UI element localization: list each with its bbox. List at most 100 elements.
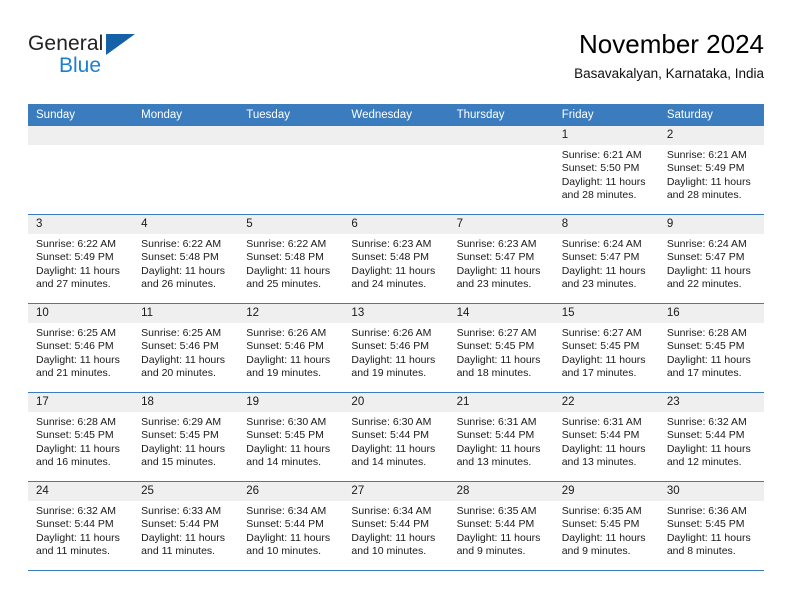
daylight-text: Daylight: 11 hours and 11 minutes. (141, 531, 225, 557)
daylight-text: Daylight: 11 hours and 10 minutes. (246, 531, 331, 557)
day-cell-inner: 2 Sunrise: 6:21 AM Sunset: 5:49 PM Daylight… (658, 126, 764, 214)
daylight-text: Daylight: 11 hours and 14 minutes. (246, 442, 331, 468)
day-cell-inner: 19 Sunrise: 6:30 AM Sunset: 5:45 PM Dayligh… (238, 393, 344, 481)
sunrise-text: Sunrise: 6:25 AM (141, 327, 222, 339)
day-number: 16 (658, 304, 764, 323)
weekday-header-monday: Monday (133, 104, 239, 126)
calendar-day-cell[interactable]: 20 Sunrise: 6:30 AM Sunset: 5:44 PM Dayligh… (343, 392, 449, 482)
daylight-text: Daylight: 11 hours and 18 minutes. (456, 353, 541, 379)
sunrise-text: Sunrise: 6:30 AM (351, 416, 432, 428)
sunset-text: Sunset: 5:45 PM (246, 429, 324, 442)
calendar-day-cell[interactable]: 14 Sunrise: 6:27 AM Sunset: 5:45 PM Dayligh… (448, 303, 554, 393)
calendar-day-cell[interactable]: 25 Sunrise: 6:33 AM Sunset: 5:44 PM Dayligh… (133, 481, 239, 571)
calendar-day-cell[interactable]: 2 Sunrise: 6:21 AM Sunset: 5:49 PM Daylight… (658, 126, 764, 215)
sunset-text: Sunset: 5:47 PM (456, 251, 535, 264)
sunset-text: Sunset: 5:48 PM (141, 251, 219, 264)
calendar-day-cell[interactable]: 23 Sunrise: 6:32 AM Sunset: 5:44 PM Dayligh… (658, 392, 764, 482)
day-number: 29 (553, 482, 659, 501)
calendar-day-cell[interactable]: 10 Sunrise: 6:25 AM Sunset: 5:46 PM Dayligh… (28, 303, 134, 393)
daylight-text: Daylight: 11 hours and 10 minutes. (351, 531, 436, 557)
day-cell-details: Sunrise: 6:22 AM Sunset: 5:48 PM Daylight:… (133, 234, 238, 291)
calendar-day-cell[interactable]: 28 Sunrise: 6:35 AM Sunset: 5:44 PM Dayligh… (448, 481, 554, 571)
calendar-day-cell-empty (238, 126, 344, 215)
day-cell-inner (133, 126, 239, 214)
calendar-day-cell[interactable]: 9 Sunrise: 6:24 AM Sunset: 5:47 PM Daylight… (658, 214, 764, 304)
daylight-text: Daylight: 11 hours and 26 minutes. (141, 264, 225, 290)
sunset-text: Sunset: 5:48 PM (351, 251, 430, 264)
day-number: 10 (28, 304, 134, 323)
day-number: 23 (658, 393, 764, 412)
calendar-day-cell[interactable]: 3 Sunrise: 6:22 AM Sunset: 5:49 PM Daylight… (28, 214, 134, 304)
sunset-text: Sunset: 5:44 PM (351, 518, 430, 531)
day-cell-details: Sunrise: 6:29 AM Sunset: 5:45 PM Daylight:… (133, 412, 238, 469)
day-cell-inner: 8 Sunrise: 6:24 AM Sunset: 5:47 PM Daylight… (553, 215, 659, 303)
sunset-text: Sunset: 5:44 PM (246, 518, 324, 531)
calendar-day-cell[interactable]: 22 Sunrise: 6:31 AM Sunset: 5:44 PM Dayligh… (553, 392, 659, 482)
day-cell-inner: 1 Sunrise: 6:21 AM Sunset: 5:50 PM Daylight… (553, 126, 659, 214)
day-cell-inner: 27 Sunrise: 6:34 AM Sunset: 5:44 PM Dayligh… (343, 482, 449, 570)
calendar-day-cell[interactable]: 7 Sunrise: 6:23 AM Sunset: 5:47 PM Daylight… (448, 214, 554, 304)
sunrise-text: Sunrise: 6:26 AM (246, 327, 327, 339)
calendar-day-cell[interactable]: 26 Sunrise: 6:34 AM Sunset: 5:44 PM Dayligh… (238, 481, 344, 571)
calendar-week-row: 17 Sunrise: 6:28 AM Sunset: 5:45 PM Dayligh… (28, 392, 764, 482)
day-cell-inner: 22 Sunrise: 6:31 AM Sunset: 5:44 PM Dayligh… (553, 393, 659, 481)
daylight-text: Daylight: 11 hours and 20 minutes. (141, 353, 225, 379)
calendar-day-cell[interactable]: 27 Sunrise: 6:34 AM Sunset: 5:44 PM Dayligh… (343, 481, 449, 571)
calendar-day-cell[interactable]: 19 Sunrise: 6:30 AM Sunset: 5:45 PM Dayligh… (238, 392, 344, 482)
day-cell-inner (28, 126, 134, 214)
weekday-header-saturday: Saturday (658, 104, 764, 126)
day-cell-inner: 10 Sunrise: 6:25 AM Sunset: 5:46 PM Dayligh… (28, 304, 134, 392)
daylight-text: Daylight: 11 hours and 13 minutes. (456, 442, 541, 468)
sunset-text: Sunset: 5:44 PM (456, 518, 535, 531)
daylight-text: Daylight: 11 hours and 27 minutes. (36, 264, 120, 290)
brand-logo[interactable]: General Blue (28, 32, 218, 84)
calendar-day-cell[interactable]: 18 Sunrise: 6:29 AM Sunset: 5:45 PM Dayligh… (133, 392, 239, 482)
calendar-day-cell[interactable]: 21 Sunrise: 6:31 AM Sunset: 5:44 PM Dayligh… (448, 392, 554, 482)
calendar-day-cell[interactable]: 30 Sunrise: 6:36 AM Sunset: 5:45 PM Dayligh… (658, 481, 764, 571)
triangle-logo-icon (106, 34, 135, 55)
daylight-text: Daylight: 11 hours and 16 minutes. (36, 442, 120, 468)
day-cell-inner: 28 Sunrise: 6:35 AM Sunset: 5:44 PM Dayligh… (448, 482, 554, 570)
day-cell-inner: 13 Sunrise: 6:26 AM Sunset: 5:46 PM Dayligh… (343, 304, 449, 392)
calendar-day-cell[interactable]: 4 Sunrise: 6:22 AM Sunset: 5:48 PM Daylight… (133, 214, 239, 304)
day-cell-inner: 15 Sunrise: 6:27 AM Sunset: 5:45 PM Dayligh… (553, 304, 659, 392)
weekday-header-row: Sunday Monday Tuesday Wednesday Thursday… (28, 104, 764, 126)
sunrise-text: Sunrise: 6:27 AM (456, 327, 537, 339)
day-number: 20 (343, 393, 449, 412)
calendar-day-cell[interactable]: 16 Sunrise: 6:28 AM Sunset: 5:45 PM Dayligh… (658, 303, 764, 393)
calendar-body: 1 Sunrise: 6:21 AM Sunset: 5:50 PM Daylight… (28, 126, 764, 571)
daylight-text: Daylight: 11 hours and 19 minutes. (246, 353, 331, 379)
sunset-text: Sunset: 5:45 PM (141, 429, 219, 442)
calendar-day-cell[interactable]: 6 Sunrise: 6:23 AM Sunset: 5:48 PM Daylight… (343, 214, 449, 304)
calendar-day-cell[interactable]: 8 Sunrise: 6:24 AM Sunset: 5:47 PM Daylight… (553, 214, 659, 304)
calendar-day-cell[interactable]: 13 Sunrise: 6:26 AM Sunset: 5:46 PM Dayligh… (343, 303, 449, 393)
calendar-day-cell[interactable]: 1 Sunrise: 6:21 AM Sunset: 5:50 PM Daylight… (553, 126, 659, 215)
day-cell-details: Sunrise: 6:26 AM Sunset: 5:46 PM Daylight:… (343, 323, 448, 380)
calendar-day-cell[interactable]: 15 Sunrise: 6:27 AM Sunset: 5:45 PM Dayligh… (553, 303, 659, 393)
sunrise-text: Sunrise: 6:28 AM (666, 327, 747, 339)
sunrise-text: Sunrise: 6:33 AM (141, 505, 222, 517)
sunrise-text: Sunrise: 6:32 AM (666, 416, 747, 428)
sunset-text: Sunset: 5:47 PM (666, 251, 745, 264)
calendar-day-cell[interactable]: 5 Sunrise: 6:22 AM Sunset: 5:48 PM Daylight… (238, 214, 344, 304)
calendar-day-cell[interactable]: 29 Sunrise: 6:35 AM Sunset: 5:45 PM Dayligh… (553, 481, 659, 571)
day-number: 21 (448, 393, 554, 412)
day-number: 26 (238, 482, 344, 501)
calendar-day-cell[interactable]: 12 Sunrise: 6:26 AM Sunset: 5:46 PM Dayligh… (238, 303, 344, 393)
calendar-day-cell[interactable]: 17 Sunrise: 6:28 AM Sunset: 5:45 PM Dayligh… (28, 392, 134, 482)
day-cell-details: Sunrise: 6:35 AM Sunset: 5:45 PM Daylight:… (554, 501, 659, 558)
day-number: 18 (133, 393, 239, 412)
day-cell-details: Sunrise: 6:36 AM Sunset: 5:45 PM Daylight:… (659, 501, 764, 558)
sunrise-text: Sunrise: 6:28 AM (36, 416, 116, 428)
calendar-week-row: 24 Sunrise: 6:32 AM Sunset: 5:44 PM Dayligh… (28, 481, 764, 571)
sunrise-text: Sunrise: 6:22 AM (246, 238, 327, 250)
day-cell-inner: 21 Sunrise: 6:31 AM Sunset: 5:44 PM Dayligh… (448, 393, 554, 481)
day-cell-details: Sunrise: 6:23 AM Sunset: 5:47 PM Daylight:… (449, 234, 554, 291)
day-cell-inner: 12 Sunrise: 6:26 AM Sunset: 5:46 PM Dayligh… (238, 304, 344, 392)
day-cell-inner (448, 126, 554, 214)
calendar-day-cell[interactable]: 11 Sunrise: 6:25 AM Sunset: 5:46 PM Dayligh… (133, 303, 239, 393)
sunset-text: Sunset: 5:47 PM (561, 251, 640, 264)
day-cell-details: Sunrise: 6:28 AM Sunset: 5:45 PM Daylight:… (659, 323, 764, 380)
calendar-day-cell[interactable]: 24 Sunrise: 6:32 AM Sunset: 5:44 PM Dayligh… (28, 481, 134, 571)
day-number: 17 (28, 393, 134, 412)
